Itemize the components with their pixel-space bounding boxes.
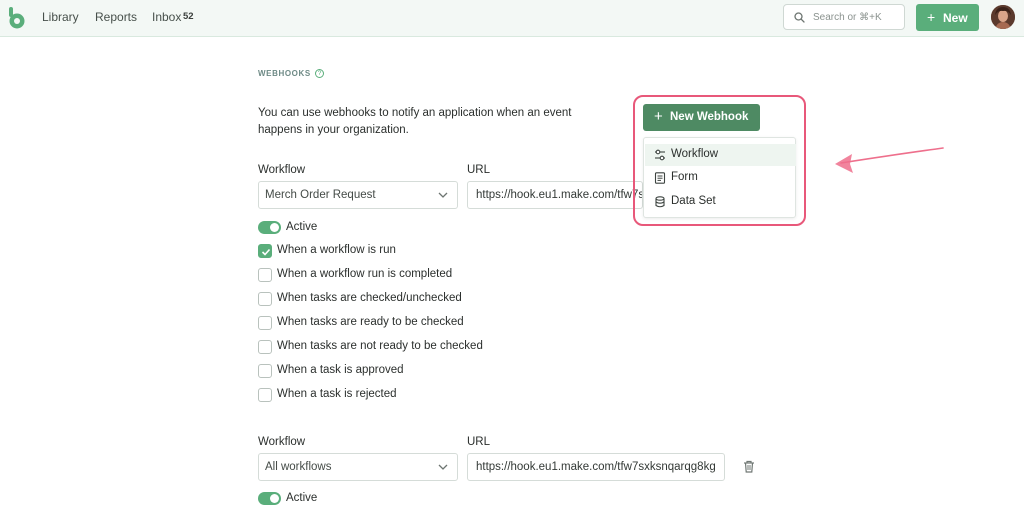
new-button[interactable]: + New bbox=[916, 4, 979, 31]
workflow-select-value: All workflows bbox=[265, 461, 332, 473]
active-toggle-label: Active bbox=[286, 492, 318, 504]
chevron-down-icon bbox=[438, 464, 448, 470]
nav-reports-link[interactable]: Reports bbox=[95, 10, 137, 24]
trigger-label: When tasks are checked/unchecked bbox=[277, 292, 462, 304]
nav-inbox-link[interactable]: Inbox bbox=[152, 10, 181, 24]
trigger-checkbox[interactable] bbox=[258, 292, 272, 306]
nav-library-link[interactable]: Library bbox=[42, 10, 79, 24]
workflow-select-value: Merch Order Request bbox=[265, 189, 376, 201]
workflow-label: Workflow bbox=[258, 436, 306, 448]
active-toggle-label: Active bbox=[286, 221, 318, 233]
annotation-arrow-icon bbox=[835, 147, 944, 173]
annotation-highlight-box bbox=[633, 95, 806, 226]
app-logo-icon[interactable] bbox=[9, 7, 25, 29]
active-toggle[interactable] bbox=[258, 221, 281, 234]
url-input[interactable]: https://hook.eu1.make.com/tfw7sxksnqarqg… bbox=[467, 181, 643, 209]
url-label: URL bbox=[467, 436, 491, 448]
inbox-count-badge: 52 bbox=[183, 11, 194, 22]
new-button-label: New bbox=[943, 11, 968, 25]
trigger-checkbox[interactable] bbox=[258, 316, 272, 330]
trigger-label: When a task is rejected bbox=[277, 388, 397, 400]
trigger-checkbox[interactable] bbox=[258, 340, 272, 354]
trigger-checkbox[interactable] bbox=[258, 388, 272, 402]
search-input[interactable]: Search or ⌘+K bbox=[783, 4, 905, 30]
trash-icon[interactable] bbox=[743, 460, 755, 473]
plus-icon: + bbox=[927, 9, 936, 25]
url-label: URL bbox=[467, 164, 491, 176]
search-placeholder: Search or ⌘+K bbox=[813, 12, 882, 23]
workflow-select[interactable]: Merch Order Request bbox=[258, 181, 458, 209]
url-input-value: https://hook.eu1.make.com/tfw7sxksnqarqg… bbox=[476, 461, 716, 473]
trigger-label: When a workflow is run bbox=[277, 244, 396, 256]
chevron-down-icon bbox=[438, 192, 448, 198]
workflow-label: Workflow bbox=[258, 164, 306, 176]
trigger-label: When a workflow run is completed bbox=[277, 268, 453, 280]
webhooks-section-title: WEBHOOKS bbox=[258, 69, 311, 78]
workflow-select[interactable]: All workflows bbox=[258, 453, 458, 481]
url-input[interactable]: https://hook.eu1.make.com/tfw7sxksnqarqg… bbox=[467, 453, 725, 481]
user-avatar[interactable] bbox=[991, 5, 1015, 29]
trigger-label: When tasks are not ready to be checked bbox=[277, 340, 483, 352]
trigger-checkbox[interactable] bbox=[258, 364, 272, 378]
trigger-checkbox[interactable] bbox=[258, 268, 272, 282]
webhooks-intro-text: You can use webhooks to notify an applic… bbox=[258, 107, 572, 136]
top-navigation-bar: Library Reports Inbox 52 Search or ⌘+K +… bbox=[0, 0, 1024, 37]
url-input-value: https://hook.eu1.make.com/tfw7sxksnqarqg… bbox=[476, 189, 642, 201]
trigger-label: When a task is approved bbox=[277, 364, 404, 376]
trigger-checkbox[interactable] bbox=[258, 244, 272, 258]
checkmark-icon bbox=[261, 248, 271, 256]
search-icon bbox=[794, 12, 805, 23]
trigger-label: When tasks are ready to be checked bbox=[277, 316, 464, 328]
help-icon[interactable]: ? bbox=[315, 69, 324, 78]
active-toggle[interactable] bbox=[258, 492, 281, 505]
